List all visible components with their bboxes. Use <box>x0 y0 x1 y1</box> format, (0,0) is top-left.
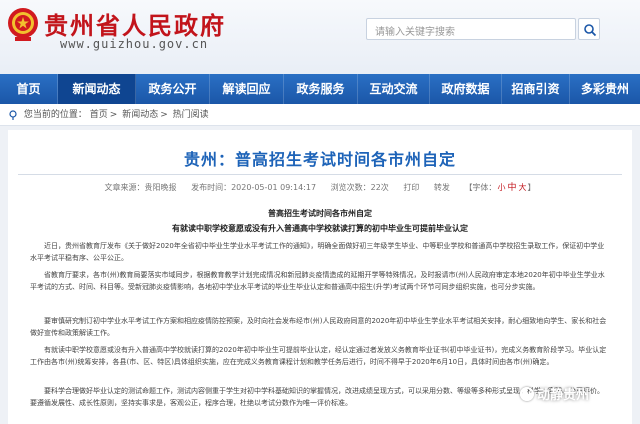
watermark: 动静贵州 <box>520 384 589 403</box>
site-header: 贵州省人民政府 www.guizhou.gov.cn 请输入关键字搜索 <box>0 0 640 74</box>
font-label: 【字体： <box>464 183 497 192</box>
breadcrumb-news[interactable]: 新闻动态 <box>122 110 158 120</box>
article-source: 文章来源：贵阳晚报 <box>104 183 177 192</box>
nav-item-investment[interactable]: 招商引资 <box>502 74 570 104</box>
article-paragraph: 省教育厅要求，各市(州)教育局要落实市域同步，根据教育教学计划完成情况和新冠肺炎… <box>30 271 605 291</box>
article-title: 贵州：普高招生考试时间各市州自定 <box>183 150 456 169</box>
nav-item-home[interactable]: 首页 <box>0 74 58 104</box>
nav-item-interpretation[interactable]: 解读回应 <box>210 74 284 104</box>
print-link[interactable]: 打印 <box>403 183 419 192</box>
article-panel: 贵州：普高招生考试时间各市州自定 文章来源：贵阳晚报 发布时间：2020-05-… <box>8 130 632 424</box>
search-input[interactable]: 请输入关键字搜索 <box>366 18 576 40</box>
article-paragraph: 有就读中职学校意愿或没有升入普通高中学校就读打算的2020年初中毕业生可提前毕业… <box>30 346 607 366</box>
nav-item-services[interactable]: 政务服务 <box>284 74 358 104</box>
breadcrumb-hot-reading[interactable]: 热门阅读 <box>173 110 209 120</box>
nav-item-gov-data[interactable]: 政府数据 <box>430 74 502 104</box>
watermark-text: 动静贵州 <box>537 388 590 403</box>
font-small-button[interactable]: 小 <box>497 183 505 192</box>
nav-item-colorful-guizhou[interactable]: 多彩贵州 <box>570 74 640 104</box>
article-date: 发布时间：2020-05-01 09:14:17 <box>191 183 317 192</box>
font-mid-button[interactable]: 中 <box>507 183 516 193</box>
breadcrumb: 您当前的位置： 首页 > 新闻动态 > 热门阅读 <box>0 104 640 126</box>
doc-subheading: 有就读中职学校意愿或没有升入普通高中学校就读打算的初中毕业生可提前毕业认定 <box>172 224 468 233</box>
article-views: 浏览次数：22次 <box>330 183 389 192</box>
share-link[interactable]: 转发 <box>434 183 450 192</box>
site-domain: www.guizhou.gov.cn <box>60 37 209 51</box>
watermark-logo-icon <box>520 387 534 401</box>
nav-item-news[interactable]: 新闻动态 <box>58 74 136 104</box>
nav-item-interaction[interactable]: 互动交流 <box>358 74 430 104</box>
title-divider <box>18 174 622 175</box>
nav-item-gov-affairs[interactable]: 政务公开 <box>136 74 210 104</box>
site-title[interactable]: 贵州省人民政府 <box>44 6 226 41</box>
location-icon <box>9 109 17 120</box>
font-size-control: 【字体：小中大】 <box>464 183 536 193</box>
main-nav: 首页 新闻动态 政务公开 解读回应 政务服务 互动交流 政府数据 招商引资 多彩… <box>0 74 640 104</box>
search-button[interactable] <box>578 18 600 40</box>
breadcrumb-home[interactable]: 首页 <box>90 110 108 120</box>
national-emblem-icon <box>8 8 38 41</box>
article-paragraph: 要审慎研究制订初中学业水平考试工作方案和相应疫情防控预案，及时向社会发布经市(州… <box>30 317 607 337</box>
doc-heading: 普高招生考试时间各市州自定 <box>268 209 372 218</box>
article-paragraph: 近日，贵州省教育厅发布《关于做好2020年全省初中毕业生学业水平考试工作的通知》… <box>30 242 605 262</box>
breadcrumb-prefix: 您当前的位置： <box>23 110 87 120</box>
article-meta: 文章来源：贵阳晚报 发布时间：2020-05-01 09:14:17 浏览次数：… <box>8 180 632 193</box>
font-label-end: 】 <box>527 183 536 192</box>
font-large-button[interactable]: 大 <box>518 183 526 192</box>
search-icon <box>584 24 597 37</box>
